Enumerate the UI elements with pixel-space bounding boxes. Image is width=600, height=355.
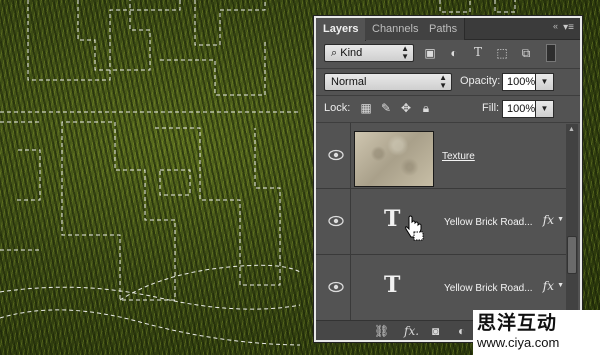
link-icon[interactable]: ⛓ — [374, 324, 389, 338]
tab-channels[interactable]: Channels — [365, 18, 427, 40]
lock-move-icon[interactable]: ✥ — [398, 101, 414, 115]
type-layer-icon: T — [384, 206, 401, 232]
blend-mode-dropdown[interactable]: Normal ▲ ▼ — [324, 73, 452, 91]
layer-row-text-1[interactable]: T Yellow Brick Road... fx ▼ — [316, 189, 566, 255]
tab-label: Channels — [372, 23, 419, 35]
opacity-label: Opacity: — [460, 75, 501, 87]
lock-transparency-icon[interactable]: ▦ — [358, 101, 374, 115]
filter-type-icon[interactable]: T — [470, 45, 486, 59]
layer-name[interactable]: Texture — [442, 151, 475, 162]
tab-label: Paths — [429, 23, 458, 35]
filter-kind-label: Kind — [340, 47, 363, 59]
layers-scrollbar[interactable]: ▲ — [566, 124, 578, 320]
collapse-icon[interactable]: « — [553, 21, 558, 31]
scroll-thumb[interactable] — [567, 236, 577, 274]
filter-row: ⌕ Kind ▲ ▼ ▣ ◐ T ⬚ ⧉ — [316, 40, 580, 68]
tab-layers[interactable]: Layers — [316, 18, 367, 41]
panel-tab-bar: Layers Channels Paths « ▾≡ — [316, 18, 580, 41]
filter-adjustment-icon[interactable]: ◐ — [446, 46, 462, 60]
blend-mode-value: Normal — [331, 76, 367, 88]
filter-shape-icon[interactable]: ⬚ — [494, 46, 510, 60]
eye-icon[interactable] — [328, 215, 344, 227]
chevron-down-icon[interactable]: ▼ — [557, 282, 564, 289]
fx-icon[interactable]: fx — [543, 279, 554, 293]
filter-kind-dropdown[interactable]: ⌕ Kind ▲ ▼ — [324, 44, 414, 62]
panel-menu-icon[interactable]: ▾≡ — [563, 22, 574, 33]
layer-row-texture[interactable]: Texture — [316, 123, 566, 189]
layer-name[interactable]: Yellow Brick Road... — [444, 283, 533, 294]
chevron-down-icon[interactable]: ▼ — [557, 216, 564, 223]
lock-label: Lock: — [324, 102, 351, 114]
chevron-updown-icon: ▲ ▼ — [439, 73, 447, 90]
fx-icon[interactable]: fx. — [404, 324, 419, 338]
filter-smartobject-icon[interactable]: ⧉ — [518, 46, 534, 61]
opacity-chevron-icon[interactable]: ▼ — [536, 73, 554, 91]
eye-icon[interactable] — [328, 281, 344, 293]
fill-chevron-icon[interactable]: ▼ — [536, 100, 554, 118]
lock-brush-icon[interactable]: ✎ — [378, 101, 394, 115]
fill-value: 100% — [507, 103, 536, 115]
tab-label: Layers — [323, 23, 359, 35]
fill-label: Fill: — [482, 102, 500, 114]
lock-row: Lock: ▦ ✎ ✥ 🔒︎ Fill: 100% ▼ — [316, 96, 580, 122]
layer-name[interactable]: Yellow Brick Road... — [444, 217, 533, 228]
chevron-updown-icon: ▲ ▼ — [401, 44, 409, 61]
watermark-title: 思洋互动 — [477, 312, 558, 334]
watermark-logo: 思洋互动 www.ciya.com — [473, 310, 600, 355]
type-layer-icon: T — [384, 272, 401, 298]
search-icon: ⌕ — [331, 47, 338, 59]
filter-toggle-icon[interactable] — [546, 44, 556, 62]
hand-cursor-icon — [405, 215, 424, 241]
mask-icon[interactable]: ◙ — [432, 324, 439, 338]
tab-paths[interactable]: Paths — [422, 18, 466, 40]
opacity-input[interactable]: 100% — [502, 73, 536, 91]
filter-pixel-icon[interactable]: ▣ — [422, 46, 438, 60]
adjustment-icon[interactable]: ◐ — [458, 324, 465, 338]
blend-row: Normal ▲ ▼ Opacity: 100% ▼ — [316, 69, 580, 95]
watermark-url: www.ciya.com — [477, 335, 560, 350]
lock-all-icon[interactable]: 🔒︎ — [418, 101, 434, 116]
scroll-up-icon[interactable]: ▲ — [568, 126, 575, 133]
opacity-value: 100% — [507, 76, 536, 88]
fill-input[interactable]: 100% — [502, 100, 536, 118]
eye-icon[interactable] — [328, 149, 344, 161]
layers-panel: Layers Channels Paths « ▾≡ ⌕ Kind ▲ ▼ ▣ ◐… — [314, 16, 582, 342]
fx-icon[interactable]: fx — [543, 213, 554, 227]
layer-thumbnail — [354, 131, 434, 187]
